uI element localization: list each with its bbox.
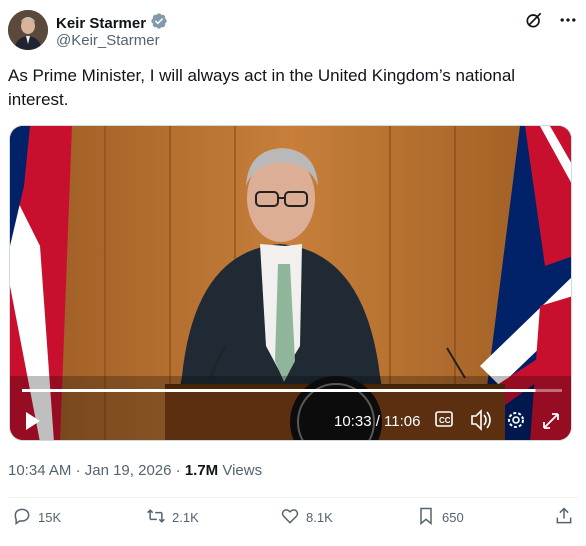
bookmark-button[interactable]: 650 <box>416 506 464 529</box>
progress-bar[interactable] <box>22 389 562 392</box>
bookmark-count: 650 <box>442 510 464 525</box>
share-icon <box>554 506 574 529</box>
video-frame: 10:33 / 11:06 CC <box>10 126 571 440</box>
divider <box>8 497 578 498</box>
meta-separator: · <box>175 462 181 479</box>
tweet-time[interactable]: 10:34 AM <box>8 462 71 479</box>
video-time: 10:33 / 11:06 <box>334 413 420 430</box>
reply-button[interactable]: 15K <box>12 506 61 529</box>
reply-icon <box>12 506 32 529</box>
tweet-text: As Prime Minister, I will always act in … <box>8 66 516 109</box>
like-button[interactable]: 8.1K <box>280 506 333 529</box>
svg-text:CC: CC <box>439 416 451 425</box>
more-icon[interactable] <box>558 10 578 35</box>
views-label: Views <box>222 462 263 479</box>
meta-separator: · <box>75 462 81 479</box>
views-count: 1.7M <box>184 462 219 479</box>
repost-icon <box>146 506 166 529</box>
avatar[interactable] <box>8 10 48 50</box>
tweet-meta: 10:34 AM · Jan 19, 2026 · 1.7M Views <box>8 462 262 479</box>
grok-icon[interactable] <box>524 10 544 35</box>
video-player[interactable]: 10:33 / 11:06 CC <box>9 125 572 441</box>
bookmark-icon <box>416 506 436 529</box>
action-bar: 15K 2.1K 8.1K 650 <box>8 506 578 540</box>
repost-button[interactable]: 2.1K <box>146 506 199 529</box>
heart-icon <box>280 506 300 529</box>
author-handle[interactable]: @Keir_Starmer <box>56 32 160 49</box>
reply-count: 15K <box>38 510 62 525</box>
share-button[interactable] <box>554 506 574 529</box>
author-name[interactable]: Keir Starmer <box>56 15 146 32</box>
like-count: 8.1K <box>306 510 333 525</box>
repost-count: 2.1K <box>172 510 199 525</box>
tweet-date[interactable]: Jan 19, 2026 <box>85 462 172 479</box>
tweet-header: Keir Starmer @Keir_Starmer <box>8 8 578 52</box>
